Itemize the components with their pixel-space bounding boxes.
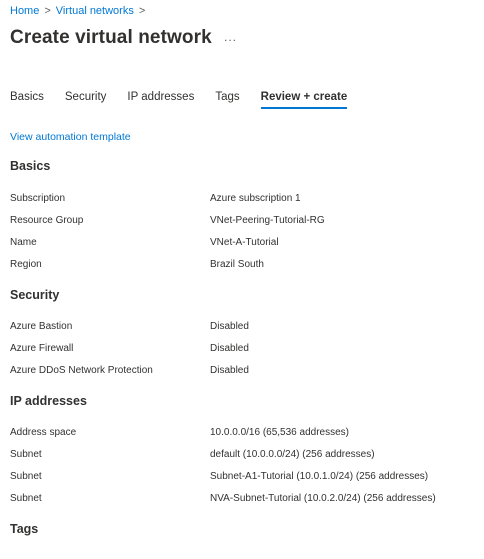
row-label: Azure Firewall [10,343,74,354]
row-label: Resource Group [10,215,84,226]
row-label: Address space [10,427,77,438]
chevron-right-icon: > [44,5,51,17]
row-label: Azure DDoS Network Protection [10,365,153,376]
row-label: Subnet [10,449,42,460]
breadcrumb-virtual-networks-link[interactable]: Virtual networks [56,4,134,18]
row-value: Disabled [210,365,249,376]
row-value: 10.0.0.0/16 (65,536 addresses) [210,427,349,438]
tab-basics[interactable]: Basics [10,91,44,109]
breadcrumb: Home > Virtual networks > [10,4,150,18]
row-label: Region [10,259,42,270]
view-automation-template-link[interactable]: View automation template [10,131,131,143]
tab-bar: Basics Security IP addresses Tags Review… [10,91,368,109]
row-value: Brazil South [210,259,264,270]
row-value: Disabled [210,343,249,354]
row-value: VNet-A-Tutorial [210,237,279,248]
row-value: NVA-Subnet-Tutorial (10.0.2.0/24) (256 a… [210,493,436,504]
row-label: Subnet [10,493,42,504]
tab-ip-addresses[interactable]: IP addresses [127,91,194,109]
row-value: Azure subscription 1 [210,193,301,204]
row-value: default (10.0.0.0/24) (256 addresses) [210,449,375,460]
tab-tags[interactable]: Tags [215,91,239,109]
row-value: Subnet-A1-Tutorial (10.0.1.0/24) (256 ad… [210,471,429,482]
row-label: Name [10,237,37,248]
ellipsis-icon[interactable]: ... [224,30,237,44]
page-title: Create virtual network [10,27,212,48]
section-heading-ip-addresses: IP addresses [10,394,87,408]
tab-review-create[interactable]: Review + create [260,91,347,109]
section-heading-basics: Basics [10,159,51,173]
breadcrumb-home-link[interactable]: Home [10,4,39,18]
row-label: Azure Bastion [10,321,73,332]
section-heading-tags: Tags [10,522,39,536]
tab-security[interactable]: Security [65,91,107,109]
row-value: Disabled [210,321,249,332]
section-heading-security: Security [10,288,60,302]
row-value: VNet-Peering-Tutorial-RG [210,215,325,226]
chevron-right-icon: > [138,5,146,17]
row-label: Subnet [10,471,42,482]
row-label: Subscription [10,193,66,204]
